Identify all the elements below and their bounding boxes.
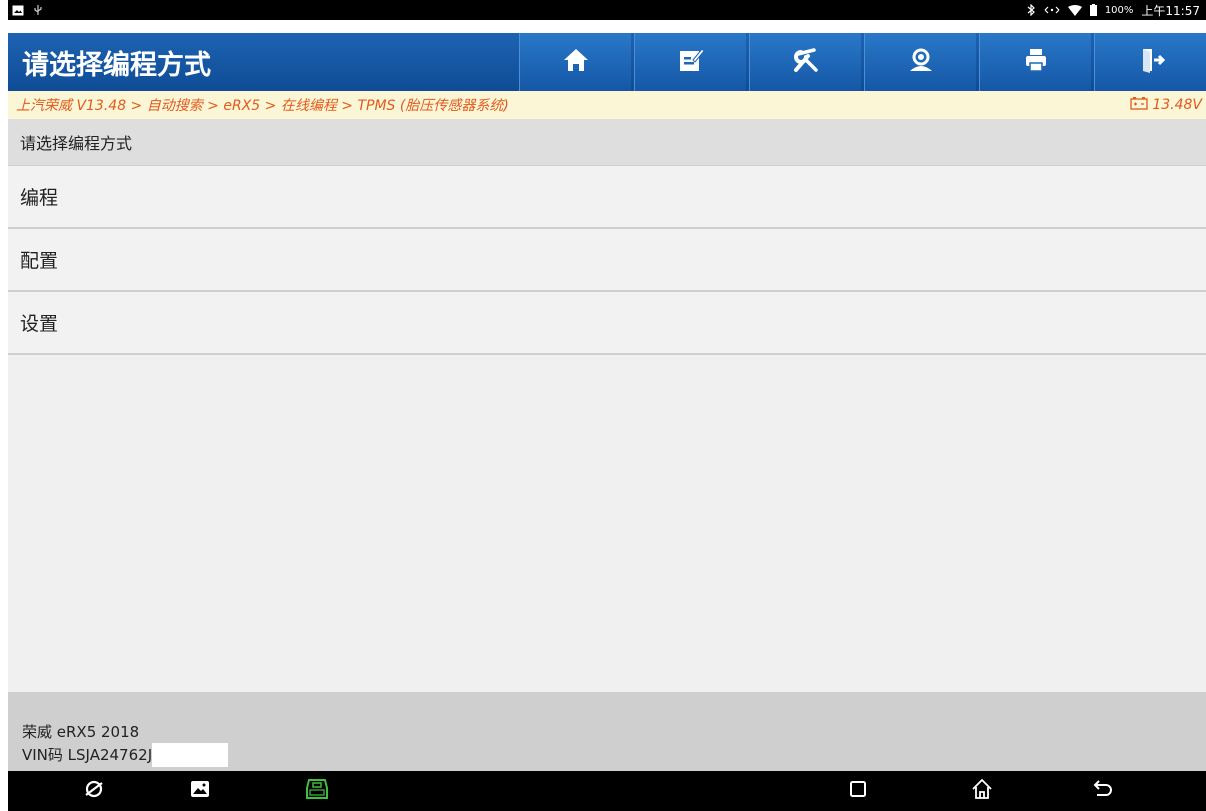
redaction-box <box>152 743 229 767</box>
back-icon <box>1091 779 1113 803</box>
print-icon <box>1022 46 1050 78</box>
vehicle-model: 荣威 eRX5 2018 <box>22 723 140 741</box>
usb-notification-icon <box>32 4 44 16</box>
battery-icon <box>1089 4 1097 16</box>
battery-percent: 100% <box>1104 4 1134 16</box>
wifi-icon <box>1067 4 1082 16</box>
browser-icon <box>83 778 105 804</box>
status-bar: 100% 上午11:57 <box>8 0 1206 20</box>
home-button[interactable] <box>519 33 631 91</box>
app-screen: 100% 上午11:57 请选择编程方式 上汽荣威 V13.48 > 自动搜索 … <box>0 0 1206 811</box>
gallery-button[interactable] <box>188 779 212 803</box>
exit-button[interactable] <box>1094 33 1206 91</box>
exit-icon <box>1137 46 1165 78</box>
print-button[interactable] <box>979 33 1091 91</box>
menu-item-settings[interactable]: 设置 <box>8 292 1206 355</box>
section-header: 请选择编程方式 <box>8 119 1206 166</box>
menu-item-configuration[interactable]: 配置 <box>8 229 1206 292</box>
tools-icon <box>792 46 820 78</box>
clock: 上午11:57 <box>1141 3 1200 18</box>
bluetooth-icon <box>1026 4 1036 16</box>
menu-item-label: 配置 <box>20 250 59 272</box>
toolbar <box>519 33 1206 91</box>
menu-item-programming[interactable]: 编程 <box>8 166 1206 229</box>
home-nav-button[interactable] <box>970 778 994 804</box>
recent-apps-icon <box>849 780 867 802</box>
support-icon <box>907 46 935 78</box>
vci-button[interactable] <box>305 779 329 803</box>
navigation-bar <box>8 771 1206 811</box>
main-content: 请选择编程方式 编程 配置 设置 <box>8 119 1206 692</box>
voltage-value: 13.48V <box>1152 97 1202 113</box>
browser-button[interactable] <box>82 779 106 803</box>
page-title: 请选择编程方式 <box>22 49 211 81</box>
home-icon <box>562 47 590 77</box>
home-outline-icon <box>971 778 993 804</box>
title-bar: 请选择编程方式 <box>8 33 1206 91</box>
tools-button[interactable] <box>749 33 861 91</box>
back-button[interactable] <box>1090 779 1114 803</box>
image-notification-icon <box>12 5 24 16</box>
gallery-icon <box>190 780 210 802</box>
vin-row: VIN码 LSJA24762J <box>22 743 1206 767</box>
report-button[interactable] <box>634 33 746 91</box>
breadcrumb-path: 上汽荣威 V13.48 > 自动搜索 > eRX5 > 在线编程 > TPMS … <box>16 98 509 114</box>
voltage-indicator: 13.48V <box>1130 96 1202 114</box>
data-transfer-icon <box>1044 5 1060 15</box>
recent-apps-button[interactable] <box>846 779 870 803</box>
vehicle-info-footer: 荣威 eRX5 2018 VIN码 LSJA24762J <box>8 692 1206 771</box>
support-button[interactable] <box>864 33 976 91</box>
vin-number: VIN码 LSJA24762J <box>22 745 153 764</box>
menu-item-label: 编程 <box>20 187 59 209</box>
edit-report-icon <box>677 46 705 78</box>
breadcrumb: 上汽荣威 V13.48 > 自动搜索 > eRX5 > 在线编程 > TPMS … <box>8 91 1206 119</box>
car-battery-icon <box>1130 96 1148 114</box>
vci-icon <box>305 778 329 804</box>
menu-item-label: 设置 <box>20 313 59 335</box>
